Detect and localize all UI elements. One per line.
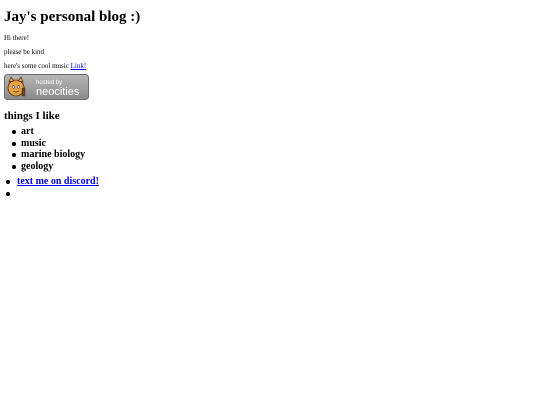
- list-item: marine biology: [12, 149, 536, 161]
- list-item-empty: [6, 188, 536, 200]
- music-paragraph: here's some cool music Link!: [4, 62, 536, 70]
- likes-list: art music marine biology geology: [4, 126, 536, 172]
- music-note-text: here's some cool music: [4, 62, 71, 70]
- greeting-text: Hi there!: [4, 34, 30, 42]
- page: Jay's personal blog :) Hi there! please …: [0, 0, 540, 405]
- music-link[interactable]: Link!: [71, 62, 87, 70]
- page-title: Jay's personal blog :): [4, 9, 141, 25]
- list-item-discord: text me on discord!: [6, 176, 536, 188]
- discord-link[interactable]: text me on discord!: [17, 176, 99, 187]
- likes-heading: things I like: [4, 110, 60, 122]
- cat-mascot-icon: [7, 76, 26, 97]
- list-item: geology: [12, 161, 536, 173]
- list-item: music: [12, 138, 536, 150]
- badge-line2: neocities: [36, 86, 80, 98]
- list-item: art: [12, 126, 536, 138]
- neocities-badge[interactable]: hosted by neocities: [4, 74, 89, 100]
- kind-note-text: please be kind: [4, 48, 45, 56]
- links-list: text me on discord!: [4, 176, 536, 199]
